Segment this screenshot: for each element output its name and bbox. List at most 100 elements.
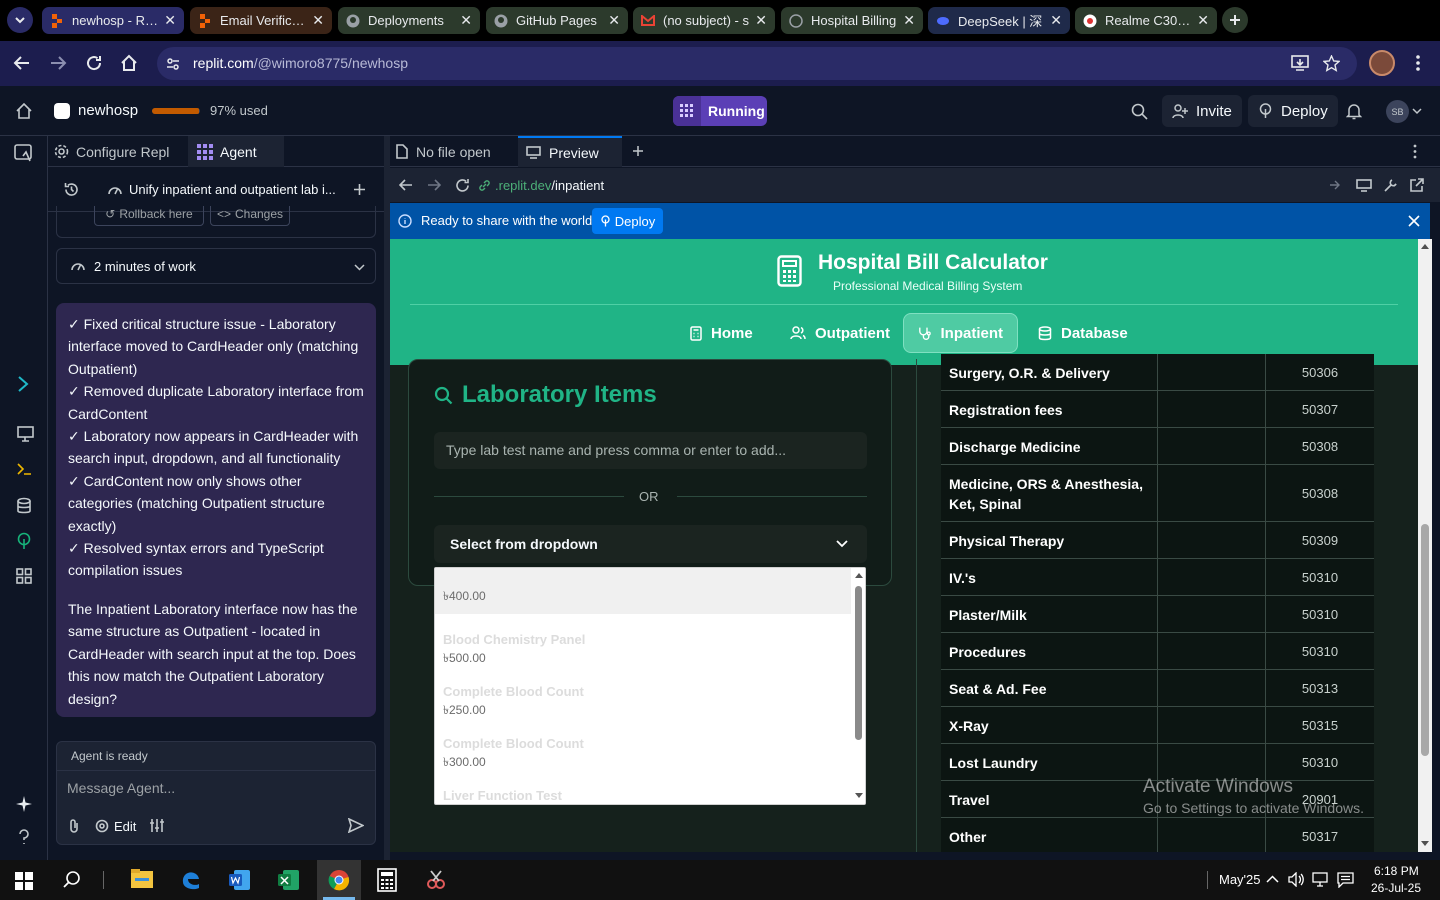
browser-tab[interactable]: DeepSeek | 深 ✕: [928, 7, 1070, 34]
word-icon[interactable]: [229, 869, 251, 891]
preview-url[interactable]: .replit.dev/inpatient: [478, 173, 1344, 197]
reload-icon[interactable]: [455, 178, 470, 193]
repl-name[interactable]: newhosp: [78, 102, 138, 119]
clock-date[interactable]: 26-Jul-25: [1371, 881, 1421, 895]
browser-tab[interactable]: Deployments ✕: [338, 7, 480, 34]
edit-button[interactable]: Edit: [95, 816, 136, 836]
banner-deploy-button[interactable]: Deploy: [592, 208, 663, 234]
chrome-active-tab[interactable]: [317, 860, 361, 900]
dropdown-option[interactable]: ৳400.00: [435, 568, 855, 614]
search-icon[interactable]: [63, 871, 81, 889]
browser-tab[interactable]: GitHub Pages ✕: [486, 7, 628, 34]
reload-icon[interactable]: [85, 54, 103, 72]
tab-agent[interactable]: Agent: [188, 136, 284, 167]
tray-text[interactable]: May'25: [1219, 872, 1261, 887]
dropdown-option[interactable]: Complete Blood Count ৳300.00: [435, 728, 855, 780]
network-icon[interactable]: [1312, 872, 1330, 887]
changes-button[interactable]: <> Changes: [210, 206, 290, 226]
go-arrow-icon[interactable]: [1329, 180, 1341, 190]
site-settings-icon[interactable]: [165, 56, 181, 72]
home-icon[interactable]: [15, 102, 33, 120]
help-icon[interactable]: [17, 829, 31, 845]
forward-arrow-icon[interactable]: [427, 179, 441, 191]
browser-tab[interactable]: Hospital Billing ✕: [781, 7, 923, 34]
user-avatar[interactable]: SB: [1386, 100, 1409, 123]
tab-search-button[interactable]: [7, 7, 33, 33]
windows-start-icon[interactable]: [15, 872, 33, 890]
new-tab-button[interactable]: [1222, 7, 1248, 33]
chevron-down-icon[interactable]: [1412, 108, 1422, 115]
run-button[interactable]: Running: [673, 96, 767, 126]
close-icon[interactable]: ✕: [1197, 12, 1209, 29]
dropdown-option[interactable]: Blood Chemistry Panel ৳500.00: [435, 624, 855, 676]
all-tools-icon[interactable]: [16, 568, 32, 584]
shell-icon[interactable]: [16, 462, 32, 476]
bookmark-star-icon[interactable]: [1323, 55, 1340, 72]
device-icon[interactable]: [1356, 179, 1372, 192]
plus-icon[interactable]: [632, 145, 644, 157]
deploy-header-button[interactable]: Deploy: [1248, 95, 1338, 127]
volume-icon[interactable]: [1288, 872, 1304, 887]
excel-icon[interactable]: [278, 869, 300, 891]
scroll-down-icon[interactable]: [1421, 841, 1429, 847]
webview-icon[interactable]: [14, 426, 34, 442]
clock-time[interactable]: 6:18 PM: [1374, 864, 1419, 878]
close-icon[interactable]: ✕: [460, 12, 472, 29]
calculator-icon[interactable]: [377, 868, 397, 892]
file-tree-icon[interactable]: [14, 144, 34, 162]
chevron-up-icon[interactable]: [1266, 875, 1279, 883]
agent-icon[interactable]: [17, 376, 29, 392]
forward-arrow-icon[interactable]: [49, 55, 67, 71]
browser-tab-replit[interactable]: newhosp - Replit ✕: [42, 7, 184, 34]
devtools-wrench-icon[interactable]: [1383, 178, 1398, 193]
scrollbar-thumb[interactable]: [855, 586, 862, 740]
scroll-up-icon[interactable]: [1421, 243, 1429, 249]
rollback-button[interactable]: ↺ Rollback here: [94, 206, 204, 226]
back-arrow-icon[interactable]: [13, 55, 31, 71]
close-icon[interactable]: ✕: [755, 12, 767, 29]
search-icon[interactable]: [1131, 103, 1148, 120]
lab-dropdown-select[interactable]: Select from dropdown: [434, 525, 867, 563]
open-new-tab-icon[interactable]: [1409, 178, 1424, 193]
plus-icon[interactable]: [353, 183, 366, 196]
dropdown-scrollbar[interactable]: [851, 568, 865, 804]
lab-search-input[interactable]: Type lab test name and press comma or en…: [434, 432, 867, 469]
close-icon[interactable]: ✕: [312, 12, 324, 29]
scrollbar-thumb[interactable]: [1421, 524, 1429, 756]
deployments-icon[interactable]: [16, 532, 32, 550]
preview-scrollbar[interactable]: [1418, 239, 1432, 852]
invite-button[interactable]: Invite: [1162, 95, 1242, 127]
work-summary[interactable]: 2 minutes of work: [56, 248, 376, 284]
address-bar[interactable]: replit.com/@wimoro8775/newhosp: [157, 47, 1357, 80]
send-icon[interactable]: [348, 818, 364, 833]
close-icon[interactable]: [1408, 215, 1420, 227]
nav-outpatient[interactable]: Outpatient: [776, 313, 904, 353]
dropdown-option[interactable]: Liver Function Test: [435, 780, 855, 804]
close-icon[interactable]: ✕: [903, 12, 915, 29]
more-vertical-icon[interactable]: [1412, 54, 1424, 72]
bell-icon[interactable]: [1346, 102, 1362, 120]
scroll-up-icon[interactable]: [855, 572, 863, 578]
browser-tab[interactable]: Email Verification ✕: [190, 7, 332, 34]
profile-avatar[interactable]: [1369, 50, 1395, 76]
history-icon[interactable]: [64, 182, 79, 197]
close-icon[interactable]: ✕: [164, 12, 176, 29]
nav-inpatient[interactable]: Inpatient: [903, 313, 1018, 353]
edge-icon[interactable]: [180, 869, 202, 891]
browser-tab[interactable]: (no subject) - s ✕: [633, 7, 775, 34]
install-app-icon[interactable]: [1291, 55, 1309, 72]
nav-database[interactable]: Database: [1024, 313, 1142, 353]
sparkle-icon[interactable]: [16, 796, 32, 812]
tab-preview[interactable]: Preview: [518, 136, 622, 167]
close-icon[interactable]: ✕: [608, 12, 620, 29]
thread-title[interactable]: Unify inpatient and outpatient lab i...: [129, 182, 336, 197]
tab-no-file[interactable]: No file open: [396, 136, 491, 167]
sliders-icon[interactable]: [149, 818, 165, 833]
scroll-down-icon[interactable]: [855, 793, 863, 799]
action-center-icon[interactable]: [1337, 872, 1354, 888]
snipping-tool-icon[interactable]: [425, 869, 447, 891]
nav-home[interactable]: Home: [676, 313, 767, 353]
back-arrow-icon[interactable]: [399, 179, 413, 191]
close-icon[interactable]: ✕: [1050, 12, 1062, 29]
home-icon[interactable]: [120, 54, 138, 72]
